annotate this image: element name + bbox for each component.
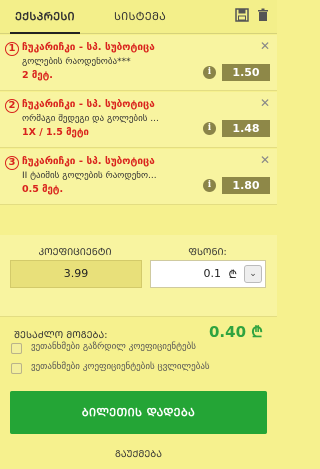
bet-selection: 0.5 მეტ. [22,184,64,195]
bet-match-title: ჩუკარიჩკი - სპ. სუბოტიცა [22,99,155,110]
cancel-link[interactable]: ᲒᲐᲣᲥᲛᲔᲑᲐ [0,447,277,460]
bet-odds: 1.50 [222,64,270,81]
bet-item: 2 ჩუკარიჩკი - სპ. სუბოტიცა ორმაგი შედეგი… [0,92,277,148]
stake-summary: ᲙᲝᲔᲤᲘᲪᲘᲔᲜᲢᲘ ᲤᲡᲝᲜᲘ: 3.99 0.1 ₾ ⌄ [0,235,277,317]
close-icon[interactable]: ✕ [259,97,271,109]
bet-market: გოლების რაოდენობა*** [22,57,131,67]
bet-selection: 1X / 1.5 მეტი [22,127,89,138]
info-icon[interactable]: i [203,179,216,192]
coefficient-label: ᲙᲝᲔᲤᲘᲪᲘᲔᲜᲢᲘ [38,247,112,258]
bet-selection: 2 მეტ. [22,70,53,81]
bet-number: 3 [5,156,19,170]
close-icon[interactable]: ✕ [259,154,271,166]
bet-market: ორმაგი შედეგი და გოლების ... [22,114,159,124]
checkbox[interactable] [11,363,22,374]
checkbox-label: ვეთანხმები გაზრდილ კოეფიციენტებს [31,342,196,352]
save-icon[interactable] [234,8,250,24]
bet-market: II ტაიმის გოლების რაოდენო... [22,171,157,181]
bet-number: 2 [5,99,19,113]
bet-item: 3 ჩუკარიჩკი - სპ. სუბოტიცა II ტაიმის გოლ… [0,149,277,205]
accept-options: ვეთანხმები გაზრდილ კოეფიციენტებს ვეთანხმ… [0,336,277,386]
bet-item: 1 ჩუკარიჩკი - სპ. სუბოტიცა გოლების რაოდე… [0,35,277,91]
tab-system[interactable]: ᲡᲘᲡᲢᲔᲛᲐ [105,0,175,34]
trash-icon[interactable] [255,8,271,24]
stake-input[interactable]: 0.1 ₾ ⌄ [150,260,266,288]
stake-label: ᲤᲡᲝᲜᲘ: [188,247,227,258]
info-icon[interactable]: i [203,122,216,135]
checkbox-label: ვეთანხმები კოეფიციენტების ცვლილებას [31,362,210,372]
bet-match-title: ჩუკარიჩკი - სპ. სუბოტიცა [22,156,155,167]
currency-symbol: ₾ [228,268,237,281]
place-bet-button[interactable]: ᲑᲘᲚᲔᲗᲘᲡ ᲓᲐᲓᲔᲑᲐ [10,391,267,434]
bet-odds: 1.80 [222,177,270,194]
info-icon[interactable]: i [203,66,216,79]
bet-number: 1 [5,42,19,56]
bet-match-title: ჩუკარიჩკი - სპ. სუბოტიცა [22,42,155,53]
chevron-down-icon[interactable]: ⌄ [244,265,262,283]
total-coefficient: 3.99 [10,260,142,288]
checkbox[interactable] [11,343,22,354]
stake-value[interactable]: 0.1 [204,267,222,280]
close-icon[interactable]: ✕ [259,40,271,52]
betslip-tabs: ᲔᲥᲡᲞᲠᲔᲡᲘ ᲡᲘᲡᲢᲔᲛᲐ [0,0,277,34]
tab-express[interactable]: ᲔᲥᲡᲞᲠᲔᲡᲘ [10,0,80,34]
bet-odds: 1.48 [222,120,270,137]
